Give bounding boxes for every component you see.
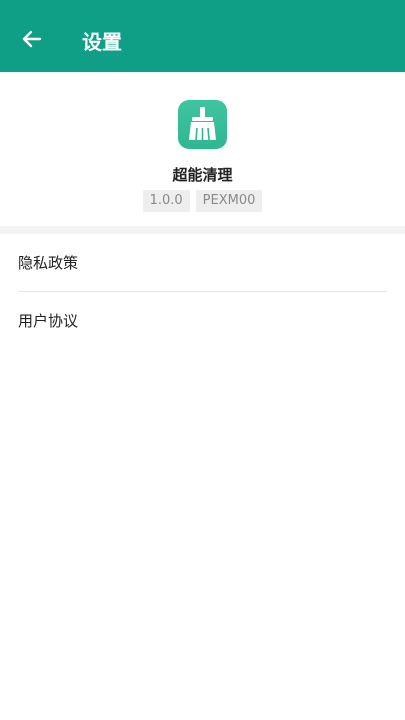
app-info-section: 超能清理 1.0.0 PEXM00 [0, 72, 405, 226]
menu-item-label: 用户协议 [18, 312, 79, 330]
app-name: 超能清理 [172, 166, 233, 184]
menu-item-label: 隐私政策 [18, 254, 79, 272]
user-agreement-item[interactable]: 用户协议 [0, 292, 405, 350]
privacy-policy-item[interactable]: 隐私政策 [0, 234, 405, 292]
section-divider [0, 226, 405, 234]
version-badge: 1.0.0 [142, 190, 190, 212]
model-badge: PEXM00 [195, 190, 263, 212]
broom-cleaner-icon [178, 100, 227, 149]
settings-menu: 隐私政策 用户协议 [0, 234, 405, 350]
page-title: 设置 [82, 30, 122, 54]
back-button[interactable] [14, 22, 48, 56]
settings-screen: 设置 超能清理 1.0.0 PEXM00 隐私政策 用户协议 [0, 0, 405, 720]
app-bar: 设置 [0, 0, 405, 72]
arrow-left-icon [22, 30, 42, 48]
app-tags: 1.0.0 PEXM00 [0, 190, 405, 212]
